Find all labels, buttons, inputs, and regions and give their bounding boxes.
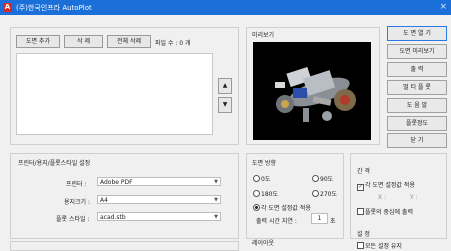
file-list[interactable] <box>16 53 213 135</box>
direction-270-radio[interactable]: 270도 <box>312 189 337 198</box>
paper-size-select[interactable]: A4 ▼ <box>97 195 221 204</box>
bottom-left-group <box>10 241 239 251</box>
chevron-down-icon: ▼ <box>214 197 218 203</box>
add-drawing-button[interactable]: 도면 추가 <box>16 35 60 48</box>
direction-0-radio[interactable]: 0도 <box>253 174 270 183</box>
window-title: (주)한국인프라 AutoPlot <box>16 4 92 12</box>
move-up-button[interactable]: ▲ <box>218 78 232 94</box>
center-plot-label: 플롯의 중심에 출력 <box>365 209 413 216</box>
paper-size-label: 용지크기 : <box>64 199 91 206</box>
plot-style-select[interactable]: acad.stb ▼ <box>97 212 221 221</box>
delete-all-button[interactable]: 전체 삭제 <box>107 35 151 48</box>
delay-unit: 초 <box>330 218 336 225</box>
app-icon: A <box>3 3 12 12</box>
chevron-down-icon: ▼ <box>214 214 218 220</box>
layout-label: 레이아웃 <box>252 240 275 247</box>
checkbox-icon <box>357 208 364 215</box>
title-bar: A (주)한국인프라 AutoPlot × <box>0 0 451 15</box>
file-count-label: 파일 수 : 0 개 <box>155 40 191 47</box>
keep-settings-checkbox[interactable]: 모든 설정 유지 <box>357 241 402 250</box>
plot-style-label: 플롯 스타일 : <box>56 216 90 223</box>
preview-image <box>253 42 371 140</box>
plot-precision-button[interactable]: 플롯정도 <box>387 116 447 131</box>
help-button[interactable]: 도 움 말 <box>387 98 447 113</box>
direction-180-label: 180도 <box>261 191 278 198</box>
close-window-button[interactable]: × <box>439 2 447 12</box>
delete-button[interactable]: 삭 제 <box>64 35 103 48</box>
delay-input[interactable]: 1 <box>311 213 328 224</box>
close-button[interactable]: 닫 기 <box>387 133 447 148</box>
printer-group-title: 프린터/용지/플롯스타일 설정 <box>18 160 91 167</box>
move-down-button[interactable]: ▼ <box>218 97 232 113</box>
keep-settings-label: 모든 설정 유지 <box>365 243 402 250</box>
radio-icon <box>253 190 260 197</box>
printer-label: 프린터 : <box>66 181 87 188</box>
direction-auto-radio[interactable]: 각 도면 설정값 적용 <box>253 203 311 212</box>
printer-value: Adobe PDF <box>100 179 133 186</box>
direction-0-label: 0도 <box>261 176 271 183</box>
radio-icon <box>312 190 319 197</box>
direction-180-radio[interactable]: 180도 <box>253 189 278 198</box>
radio-icon <box>312 175 319 182</box>
settings-title: 설 정 <box>357 231 370 238</box>
direction-90-radio[interactable]: 90도 <box>312 174 333 183</box>
multi-plot-button[interactable]: 멀 티 플 롯 <box>387 80 447 95</box>
direction-270-label: 270도 <box>320 191 337 198</box>
center-plot-checkbox[interactable]: 플롯의 중심에 출력 <box>357 207 413 216</box>
direction-90-label: 90도 <box>320 176 334 183</box>
print-button[interactable]: 출 력 <box>387 62 447 77</box>
drawing-preview-button[interactable]: 도면 미리보기 <box>387 44 447 59</box>
plot-style-value: acad.stb <box>100 214 126 221</box>
radio-icon <box>253 175 260 182</box>
x-label: X : <box>378 194 387 201</box>
engine-drawing-icon <box>275 66 356 122</box>
check-icon: ✓ <box>357 184 364 191</box>
apply-settings-label: 각 도면 설정값 적용 <box>365 182 415 189</box>
delay-label: 출력 시간 지연 : <box>256 218 297 225</box>
apply-settings-checkbox[interactable]: ✓ 각 도면 설정값 적용 <box>357 180 415 191</box>
y-label: Y : <box>410 194 418 201</box>
chevron-down-icon: ▼ <box>214 179 218 185</box>
preview-label: 미리보기 <box>252 32 275 39</box>
paper-size-value: A4 <box>100 197 108 204</box>
radio-selected-icon <box>253 204 260 211</box>
open-drawing-button[interactable]: 도 면 열 기 <box>387 26 447 41</box>
direction-auto-label: 각 도면 설정값 적용 <box>261 205 311 212</box>
printer-select[interactable]: Adobe PDF ▼ <box>97 177 221 186</box>
spacing-group-title: 간 격 <box>357 168 370 175</box>
direction-group-title: 도면 방향 <box>252 160 276 167</box>
